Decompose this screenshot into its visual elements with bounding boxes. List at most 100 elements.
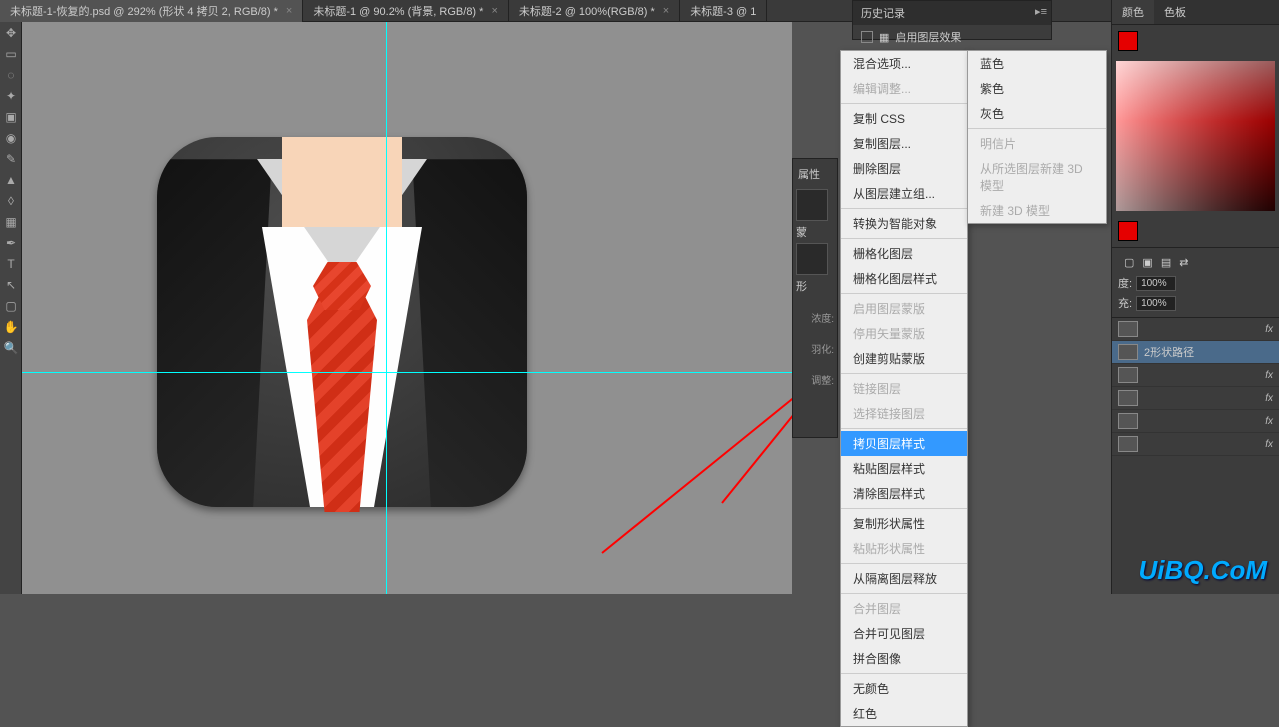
menu-item[interactable]: 合并可见图层 — [841, 621, 967, 646]
menu-item[interactable]: 从图层建立组... — [841, 181, 967, 206]
menu-item[interactable]: 复制形状属性 — [841, 511, 967, 536]
fx-badge[interactable]: fx — [1265, 416, 1273, 427]
menu-item[interactable]: 转换为智能对象 — [841, 211, 967, 236]
hand-tool-icon[interactable]: ✋ — [1, 317, 21, 337]
path-tool-icon[interactable]: ↖ — [1, 275, 21, 295]
layer-thumb-icon — [1118, 413, 1138, 429]
guide-horizontal[interactable] — [22, 372, 792, 373]
crop-tool-icon[interactable]: ▣ — [1, 107, 21, 127]
context-menu: 混合选项...编辑调整...复制 CSS复制图层...删除图层从图层建立组...… — [840, 50, 968, 727]
menu-item[interactable]: 删除图层 — [841, 156, 967, 181]
canvas[interactable] — [22, 22, 792, 594]
shape-thumb[interactable] — [796, 243, 828, 275]
mask-thumb[interactable] — [796, 189, 828, 221]
document-tabs: 未标题-1-恢复的.psd @ 292% (形状 4 拷贝 2, RGB/8) … — [0, 0, 1279, 22]
tab-label: 未标题-1 @ 90.2% (背景, RGB/8) * — [313, 3, 483, 19]
layer-thumb-icon — [1118, 367, 1138, 383]
snapshot-icon: ▦ — [879, 31, 889, 44]
pen-tool-icon[interactable]: ✒ — [1, 233, 21, 253]
layer-row[interactable]: fx — [1112, 387, 1279, 410]
submenu-item: 明信片 — [968, 131, 1106, 156]
fill-value[interactable]: 100% — [1136, 296, 1176, 311]
layer-row[interactable]: fx — [1112, 433, 1279, 456]
fx-badge[interactable]: fx — [1265, 439, 1273, 450]
density-label: 浓度: — [796, 310, 834, 325]
tab-doc-2[interactable]: 未标题-1 @ 90.2% (背景, RGB/8) * × — [303, 0, 509, 22]
tab-label: 未标题-1-恢复的.psd @ 292% (形状 4 拷贝 2, RGB/8) … — [10, 3, 278, 19]
color-swatch[interactable] — [1118, 221, 1138, 241]
submenu-item[interactable]: 灰色 — [968, 101, 1106, 126]
type-tool-icon[interactable]: T — [1, 254, 21, 274]
menu-item[interactable]: 粘贴图层样式 — [841, 456, 967, 481]
eyedropper-tool-icon[interactable]: ◉ — [1, 128, 21, 148]
layer-row[interactable]: 2形状路径 — [1112, 341, 1279, 364]
gradient-tool-icon[interactable]: ▦ — [1, 212, 21, 232]
align-icon[interactable]: ▤ — [1161, 256, 1171, 269]
color-picker[interactable] — [1116, 61, 1275, 211]
menu-item[interactable]: 创建剪贴蒙版 — [841, 346, 967, 371]
link-icon[interactable]: ⇄ — [1179, 256, 1188, 269]
opacity-value[interactable]: 100% — [1136, 276, 1176, 291]
menu-item: 链接图层 — [841, 376, 967, 401]
move-tool-icon[interactable]: ✥ — [1, 23, 21, 43]
watermark: UiBQ.CoM — [1138, 555, 1267, 586]
layer-row[interactable]: fx — [1112, 318, 1279, 341]
history-item[interactable]: ▦ 启用图层效果 — [853, 25, 1051, 49]
close-icon[interactable]: × — [663, 5, 669, 17]
eraser-tool-icon[interactable]: ◊ — [1, 191, 21, 211]
menu-item[interactable]: 复制图层... — [841, 131, 967, 156]
history-label: 启用图层效果 — [895, 29, 961, 45]
right-panels: 颜色 色板 ▢ ▣ ▤ ⇄ 度:100% 充:100% fx 2形状路径 fx … — [1111, 0, 1279, 594]
stamp-tool-icon[interactable]: ▲ — [1, 170, 21, 190]
feather-label: 羽化: — [796, 341, 834, 356]
menu-item[interactable]: 清除图层样式 — [841, 481, 967, 506]
layer-row[interactable]: fx — [1112, 410, 1279, 433]
layer-thumb-icon — [1118, 321, 1138, 337]
menu-item[interactable]: 栅格化图层样式 — [841, 266, 967, 291]
layer-row[interactable]: fx — [1112, 364, 1279, 387]
tab-doc-1[interactable]: 未标题-1-恢复的.psd @ 292% (形状 4 拷贝 2, RGB/8) … — [0, 0, 303, 22]
menu-item: 启用图层蒙版 — [841, 296, 967, 321]
fx-badge[interactable]: fx — [1265, 393, 1273, 404]
close-icon[interactable]: × — [491, 5, 497, 17]
close-icon[interactable]: × — [286, 5, 292, 17]
opacity-label: 度: — [1118, 275, 1132, 291]
align-icon[interactable]: ▢ — [1124, 256, 1134, 269]
foreground-swatch[interactable] — [1118, 31, 1138, 51]
zoom-tool-icon[interactable]: 🔍 — [1, 338, 21, 358]
menu-item[interactable]: 从隔离图层释放 — [841, 566, 967, 591]
fx-badge[interactable]: fx — [1265, 324, 1273, 335]
tab-color[interactable]: 颜色 — [1112, 0, 1154, 24]
wand-tool-icon[interactable]: ✦ — [1, 86, 21, 106]
artwork-suit-icon — [157, 137, 527, 507]
panel-menu-icon[interactable]: ▸≡ — [1035, 5, 1047, 18]
panel-title: 属性 — [796, 162, 834, 186]
tab-doc-4[interactable]: 未标题-3 @ 1 — [680, 0, 767, 22]
menu-item[interactable]: 无颜色 — [841, 676, 967, 701]
menu-item[interactable]: 栅格化图层 — [841, 241, 967, 266]
brush-tool-icon[interactable]: ✎ — [1, 149, 21, 169]
fx-badge[interactable]: fx — [1265, 370, 1273, 381]
layer-thumb-icon — [1118, 390, 1138, 406]
guide-vertical[interactable] — [386, 22, 387, 594]
menu-item[interactable]: 拼合图像 — [841, 646, 967, 671]
history-panel: 历史记录 ▦ 启用图层效果 ▸≡ — [852, 0, 1052, 40]
shape-tool-icon[interactable]: ▢ — [1, 296, 21, 316]
layer-thumb-icon — [1118, 436, 1138, 452]
tab-swatches[interactable]: 色板 — [1154, 0, 1196, 24]
submenu-item[interactable]: 蓝色 — [968, 51, 1106, 76]
lasso-tool-icon[interactable]: ◌ — [1, 65, 21, 85]
align-icon[interactable]: ▣ — [1142, 256, 1152, 269]
menu-item[interactable]: 混合选项... — [841, 51, 967, 76]
tool-palette: ✥ ▭ ◌ ✦ ▣ ◉ ✎ ▲ ◊ ▦ ✒ T ↖ ▢ ✋ 🔍 — [0, 22, 22, 594]
marquee-tool-icon[interactable]: ▭ — [1, 44, 21, 64]
submenu-item[interactable]: 紫色 — [968, 76, 1106, 101]
menu-item[interactable]: 复制 CSS — [841, 106, 967, 131]
checkbox-icon[interactable] — [861, 31, 873, 43]
submenu-item: 新建 3D 模型 — [968, 198, 1106, 223]
menu-item[interactable]: 拷贝图层样式 — [841, 431, 967, 456]
menu-item[interactable]: 红色 — [841, 701, 967, 726]
tab-doc-3[interactable]: 未标题-2 @ 100%(RGB/8) *× — [509, 0, 680, 22]
adjust-label: 调整: — [796, 372, 834, 387]
properties-panel: 属性 蒙 形 浓度: 羽化: 调整: — [792, 158, 838, 438]
